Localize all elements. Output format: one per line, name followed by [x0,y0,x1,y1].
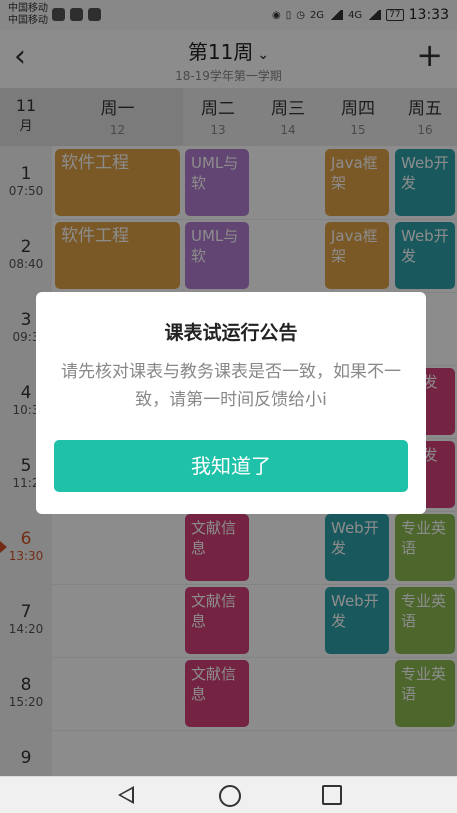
nav-home-icon[interactable] [219,785,241,807]
acknowledge-button[interactable]: 我知道了 [54,440,408,492]
dialog-title: 课表试运行公告 [164,322,298,344]
system-nav-bar [0,776,457,813]
nav-recent-icon[interactable] [322,785,342,805]
nav-back-icon[interactable] [118,786,134,804]
announcement-dialog: 课表试运行公告 请先核对课表与教务课表是否一致，如果不一致，请第一时间反馈给小i… [36,292,426,514]
dialog-message: 请先核对课表与教务课表是否一致，如果不一致，请第一时间反馈给小i [61,362,401,410]
